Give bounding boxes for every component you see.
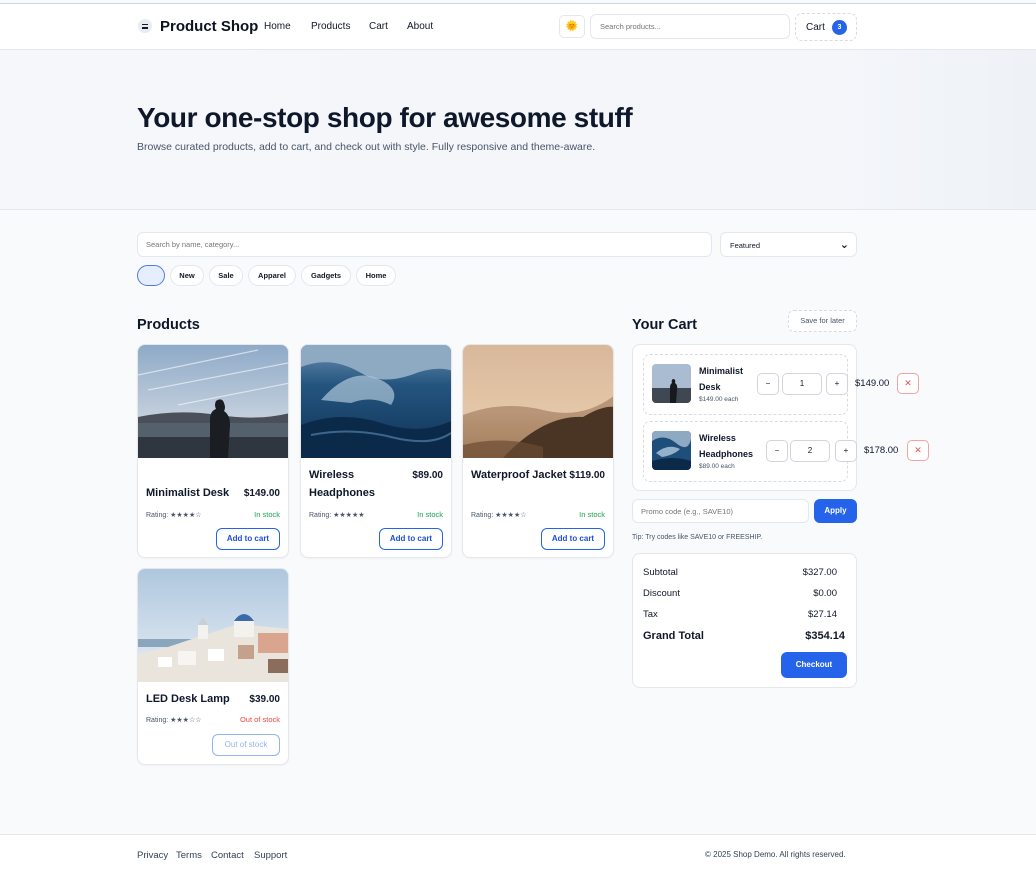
product-price: $89.00 [412, 470, 443, 481]
sort-selected-value: Featured [730, 241, 761, 250]
out-of-stock-button[interactable]: Out of stock [212, 734, 280, 756]
footer-privacy-link[interactable]: Privacy [137, 850, 168, 861]
chip-all[interactable]: All [137, 265, 165, 286]
nav-cart-link[interactable]: Cart [369, 21, 388, 32]
header-search-input[interactable] [590, 14, 790, 39]
decrease-quantity-button[interactable]: − [757, 373, 779, 395]
checkout-button[interactable]: Checkout [781, 652, 847, 678]
cart-line-total: $149.00 [855, 378, 890, 389]
chip-gadgets[interactable]: Gadgets [301, 265, 351, 286]
tax-value: $27.14 [807, 609, 837, 620]
remove-item-button[interactable]: ✕ [897, 373, 919, 394]
theme-toggle-button[interactable]: 🌞 [559, 15, 585, 38]
product-name[interactable]: Wireless Headphones [309, 466, 405, 502]
product-rating: Rating: ★★★☆☆ [146, 717, 202, 724]
sort-select[interactable]: Featured ⌄ [720, 232, 857, 257]
product-price: $149.00 [243, 488, 280, 499]
cart-item-name: Wireless Headphones [699, 433, 754, 459]
stock-status: In stock [579, 510, 605, 519]
increase-quantity-button[interactable]: + [835, 440, 857, 462]
header: Product Shop Home Products Cart About 🌞 … [0, 4, 1036, 50]
cart-item-unit-price: $89.00 each [699, 463, 735, 470]
header-cart-button[interactable]: Cart 3 [795, 13, 857, 41]
product-card: Wireless Headphones $89.00 Rating: ★★★★★… [300, 344, 452, 558]
ocean-wave-thumbnail [652, 431, 691, 470]
cart-title: Your Cart [632, 317, 697, 333]
save-for-later-button[interactable]: Save for later [788, 310, 857, 332]
cart-line-total: $178.00 [864, 445, 899, 456]
grand-total-label: Grand Total [643, 630, 704, 642]
quantity-input[interactable]: 1 [782, 373, 822, 395]
misty-hills-image [463, 345, 613, 458]
brand-title[interactable]: Product Shop [160, 18, 258, 35]
logo-icon [138, 19, 152, 33]
product-price: $39.00 [249, 694, 280, 705]
chevron-down-icon: ⌄ [839, 239, 849, 251]
hero-section: Your one-stop shop for awesome stuff Bro… [0, 50, 1036, 210]
order-summary: Subtotal $327.00 Discount $0.00 Tax $27.… [632, 553, 857, 688]
chip-sale[interactable]: Sale [209, 265, 243, 286]
product-price: $119.00 [569, 470, 605, 481]
product-name[interactable]: Minimalist Desk [146, 484, 242, 502]
product-rating: Rating: ★★★★☆ [146, 512, 202, 519]
close-icon: ✕ [904, 378, 912, 388]
copyright: © 2025 Shop Demo. All rights reserved. [705, 850, 846, 859]
promo-code-input[interactable] [632, 499, 809, 523]
cart-item: Minimalist Desk $149.00 each − 1 + [643, 354, 848, 415]
add-to-cart-button[interactable]: Add to cart [541, 528, 605, 550]
sun-icon: 🌞 [565, 21, 579, 32]
hero-subtitle: Browse curated products, add to cart, an… [137, 141, 596, 153]
subtotal-label: Subtotal [643, 567, 678, 578]
nav-home-link[interactable]: Home [264, 21, 291, 32]
cart-item: Wireless Headphones $89.00 each − 2 + [643, 421, 857, 482]
cart-items-box: Minimalist Desk $149.00 each − 1 + Wirel… [632, 344, 857, 491]
santorini-village-image [138, 569, 288, 682]
product-card: Waterproof Jacket $119.00 Rating: ★★★★☆ … [462, 344, 614, 558]
footer-support-link[interactable]: Support [254, 850, 287, 861]
cart-item-name: Minimalist Desk [699, 366, 744, 392]
cart-button-label: Cart [806, 22, 825, 33]
increase-quantity-button[interactable]: + [826, 373, 848, 395]
tax-label: Tax [643, 609, 658, 620]
hero-title: Your one-stop shop for awesome stuff [137, 102, 633, 133]
product-filter-input[interactable] [137, 232, 712, 257]
product-card: Minimalist Desk $149.00 Rating: ★★★★☆ In… [137, 344, 289, 558]
footer: Privacy Terms Contact Support © 2025 Sho… [0, 834, 1036, 872]
product-name[interactable]: Waterproof Jacket [471, 466, 567, 484]
decrease-quantity-button[interactable]: − [766, 440, 788, 462]
ocean-wave-image [301, 345, 451, 458]
person-at-lake-thumbnail [652, 364, 691, 403]
person-at-lake-image [138, 345, 288, 458]
promo-tip: Tip: Try codes like SAVE10 or FREESHIP. [632, 534, 763, 541]
discount-label: Discount [643, 588, 680, 599]
chip-apparel[interactable]: Apparel [248, 265, 296, 286]
subtotal-value: $327.00 [802, 567, 837, 578]
stock-status: In stock [254, 510, 280, 519]
product-rating: Rating: ★★★★☆ [471, 512, 527, 519]
products-title: Products [137, 317, 200, 333]
stock-status: Out of stock [239, 715, 280, 724]
product-rating: Rating: ★★★★★ [309, 512, 365, 519]
remove-item-button[interactable]: ✕ [907, 440, 929, 461]
footer-contact-link[interactable]: Contact [211, 850, 244, 861]
cart-count-badge: 3 [832, 20, 847, 35]
quantity-input[interactable]: 2 [790, 440, 830, 462]
stock-status: In stock [417, 510, 443, 519]
discount-value: $0.00 [813, 588, 837, 599]
nav-products-link[interactable]: Products [311, 21, 350, 32]
cart-item-unit-price: $149.00 each [699, 396, 739, 403]
add-to-cart-button[interactable]: Add to cart [379, 528, 443, 550]
product-card: LED Desk Lamp $39.00 Rating: ★★★☆☆ Out o… [137, 568, 289, 765]
apply-promo-button[interactable]: Apply [814, 499, 857, 523]
chip-new[interactable]: New [170, 265, 204, 286]
chip-home[interactable]: Home [356, 265, 396, 286]
nav-about-link[interactable]: About [407, 21, 433, 32]
footer-terms-link[interactable]: Terms [176, 850, 202, 861]
product-name[interactable]: LED Desk Lamp [146, 690, 242, 708]
grand-total-value: $354.14 [805, 630, 845, 642]
close-icon: ✕ [914, 445, 922, 455]
add-to-cart-button[interactable]: Add to cart [216, 528, 280, 550]
